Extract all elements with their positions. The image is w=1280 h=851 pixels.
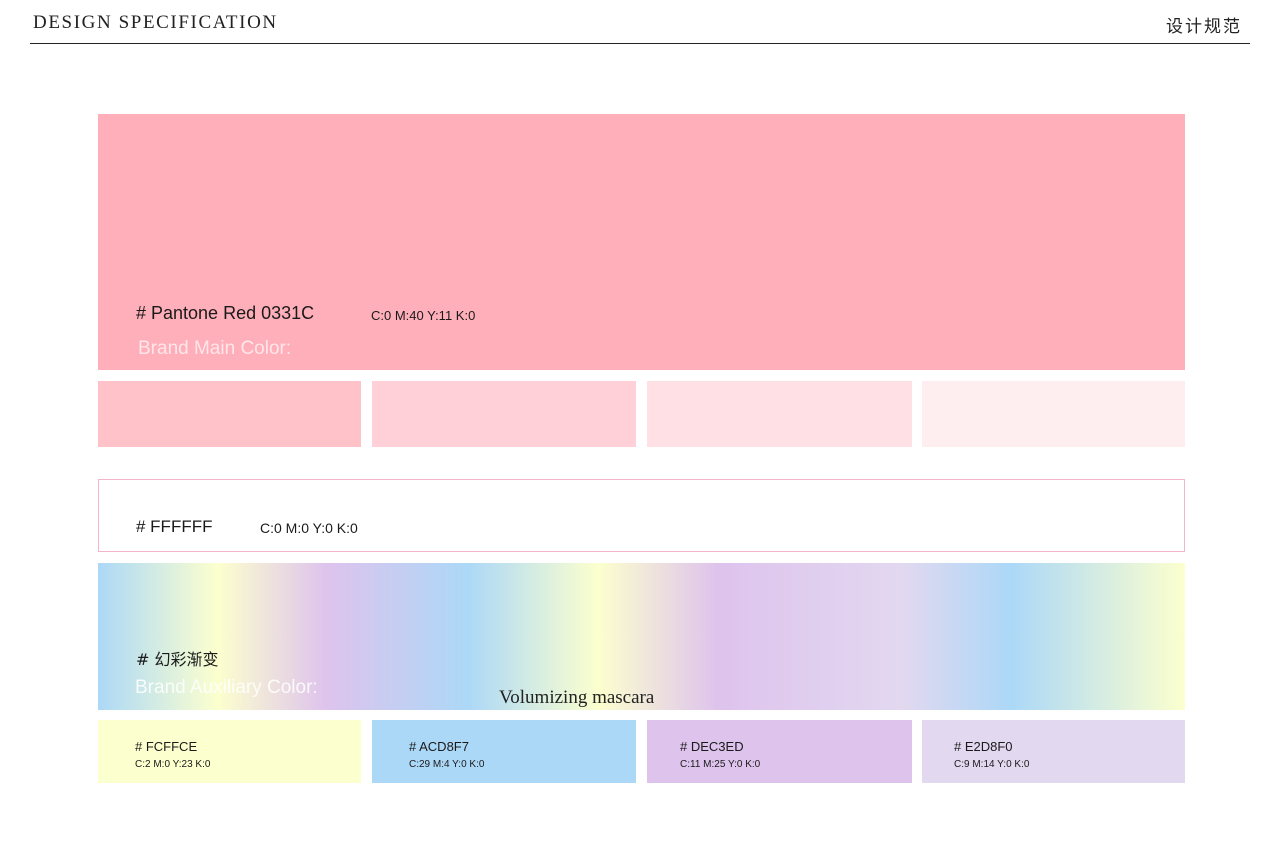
- aux-color-swatch: # ACD8F7 C:29 M:4 Y:0 K:0: [372, 720, 636, 783]
- aux-color-cmyk: C:9 M:14 Y:0 K:0: [954, 759, 1030, 770]
- white-color-hex: # FFFFFF: [136, 517, 213, 536]
- header-divider: [30, 43, 1250, 44]
- main-tint-swatch: [372, 381, 636, 447]
- main-color-cmyk: C:0 M:40 Y:11 K:0: [371, 308, 476, 323]
- main-color-hex: # Pantone Red 0331C: [136, 303, 315, 323]
- aux-color-hex: # ACD8F7: [409, 739, 469, 754]
- main-tint-swatch: [98, 381, 361, 447]
- aux-color-hex: # DEC3ED: [680, 739, 744, 754]
- gradient-hex: # 幻彩渐变: [136, 650, 219, 669]
- aux-color-swatch: # FCFFCE C:2 M:0 Y:23 K:0: [98, 720, 361, 783]
- main-color-label: Brand Main Color:: [138, 338, 292, 359]
- main-color-swatch: # Pantone Red 0331C C:0 M:40 Y:11 K:0 Br…: [98, 114, 1185, 370]
- aux-color-swatch: # DEC3ED C:11 M:25 Y:0 K:0: [647, 720, 912, 783]
- aux-color-swatch: # E2D8F0 C:9 M:14 Y:0 K:0: [922, 720, 1185, 783]
- aux-color-cmyk: C:29 M:4 Y:0 K:0: [409, 759, 485, 770]
- aux-color-hex: # E2D8F0: [954, 739, 1013, 754]
- aux-color-cmyk: C:2 M:0 Y:23 K:0: [135, 759, 211, 770]
- page-title: DESIGN SPECIFICATION: [33, 12, 278, 33]
- main-tint-swatch: [922, 381, 1185, 447]
- white-color-cmyk: C:0 M:0 Y:0 K:0: [260, 520, 358, 536]
- aux-color-cmyk: C:11 M:25 Y:0 K:0: [680, 759, 761, 770]
- page-title-cn: 设计规范: [1166, 17, 1242, 37]
- gradient-caption: Volumizing mascara: [499, 687, 655, 708]
- white-color-swatch: # FFFFFF C:0 M:0 Y:0 K:0: [98, 479, 1185, 552]
- main-tint-swatch: [647, 381, 912, 447]
- iridescent-gradient-swatch: # 幻彩渐变 Brand Auxiliary Color: Volumizing…: [98, 563, 1185, 710]
- auxiliary-color-label: Brand Auxiliary Color:: [135, 677, 318, 698]
- aux-color-hex: # FCFFCE: [135, 739, 198, 754]
